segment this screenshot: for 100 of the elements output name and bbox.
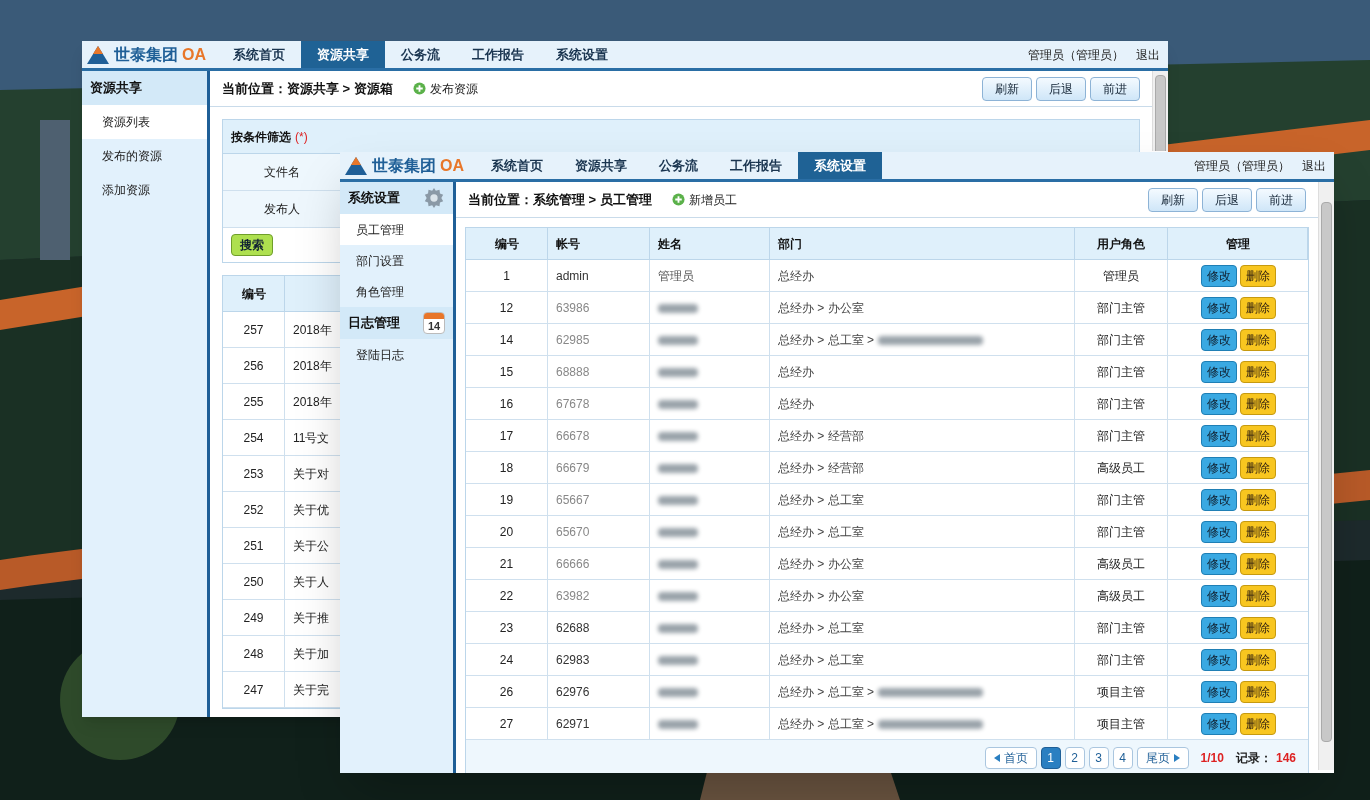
blurred-text-drawing bbox=[658, 655, 698, 665]
nav-tab[interactable]: 工作报告 bbox=[456, 41, 540, 68]
edit-button[interactable]: 修改 bbox=[1200, 584, 1237, 607]
table-cell: 67678 bbox=[548, 388, 650, 419]
toolbar-button[interactable]: 刷新 bbox=[1148, 187, 1198, 212]
delete-button[interactable]: 删除 bbox=[1239, 616, 1276, 639]
edit-button[interactable]: 修改 bbox=[1200, 392, 1237, 415]
delete-button[interactable]: 删除 bbox=[1239, 648, 1276, 671]
edit-button[interactable]: 修改 bbox=[1200, 360, 1237, 383]
edit-button[interactable]: 修改 bbox=[1200, 328, 1237, 351]
edit-button[interactable]: 修改 bbox=[1200, 616, 1237, 639]
delete-button[interactable]: 删除 bbox=[1239, 360, 1276, 383]
search-button[interactable]: 搜索 bbox=[231, 234, 273, 256]
blurred-text-drawing bbox=[658, 399, 698, 409]
edit-button[interactable]: 修改 bbox=[1200, 488, 1237, 511]
nav-tab[interactable]: 系统首页 bbox=[475, 152, 559, 179]
toolbar-button[interactable]: 刷新 bbox=[982, 76, 1032, 101]
delete-button[interactable]: 删除 bbox=[1239, 392, 1276, 415]
edit-button[interactable]: 修改 bbox=[1200, 712, 1237, 735]
table-cell-text: 总经办 > 总工室 > bbox=[778, 683, 875, 701]
edit-button[interactable]: 修改 bbox=[1200, 264, 1237, 287]
delete-button[interactable]: 删除 bbox=[1239, 328, 1276, 351]
required-mark: (*) bbox=[295, 128, 308, 146]
table-cell: 248 bbox=[223, 636, 285, 671]
table-cell: 23 bbox=[466, 612, 548, 643]
delete-button[interactable]: 删除 bbox=[1239, 680, 1276, 703]
table-cell: 255 bbox=[223, 384, 285, 419]
logout-link[interactable]: 退出 bbox=[1136, 45, 1160, 64]
table-cell: 14 bbox=[466, 324, 548, 355]
table-cell-text: 总经办 > 总工室 > bbox=[778, 331, 875, 349]
toolbar-button[interactable]: 前进 bbox=[1256, 187, 1306, 212]
blurred-text-drawing bbox=[658, 559, 698, 569]
scrollbar[interactable] bbox=[1318, 182, 1334, 770]
edit-button[interactable]: 修改 bbox=[1200, 456, 1237, 479]
sidebar-item[interactable]: 登陆日志 bbox=[340, 339, 453, 370]
add-link[interactable]: 新增员工 bbox=[671, 190, 737, 209]
edit-button[interactable]: 修改 bbox=[1200, 424, 1237, 447]
page-button[interactable]: 4 bbox=[1112, 747, 1133, 769]
nav-tab[interactable]: 系统首页 bbox=[217, 41, 301, 68]
edit-button[interactable]: 修改 bbox=[1200, 520, 1237, 543]
mountain-logo-icon bbox=[344, 155, 368, 176]
table-cell: 18 bbox=[466, 452, 548, 483]
table-cell-text: 2018年 bbox=[292, 393, 332, 411]
page-button[interactable]: 1 bbox=[1040, 747, 1061, 769]
blurred-text-drawing bbox=[658, 463, 698, 473]
delete-button[interactable]: 删除 bbox=[1239, 584, 1276, 607]
page-button[interactable]: 3 bbox=[1088, 747, 1109, 769]
table-cell: 项目主管 bbox=[1075, 708, 1168, 739]
first-page-button[interactable]: 首页 bbox=[984, 747, 1037, 769]
table-cell: 63986 bbox=[548, 292, 650, 323]
delete-button[interactable]: 删除 bbox=[1239, 296, 1276, 319]
table-cell-text: 总经办 > 经营部 bbox=[778, 427, 864, 445]
sidebar-item[interactable]: 部门设置 bbox=[340, 245, 453, 276]
breadcrumb: 当前位置：资源共享 > 资源箱 bbox=[222, 79, 393, 98]
toolbar-button[interactable]: 后退 bbox=[1202, 187, 1252, 212]
sidebar-item[interactable]: 资源列表 bbox=[82, 105, 207, 139]
add-link[interactable]: 发布资源 bbox=[412, 79, 478, 98]
sidebar-item[interactable]: 角色管理 bbox=[340, 276, 453, 307]
logo-text: 世泰集团 bbox=[114, 44, 178, 65]
table-cell-text: 总经办 > 办公室 bbox=[778, 587, 864, 605]
table-cell: 62976 bbox=[548, 676, 650, 707]
toolbar-button[interactable]: 后退 bbox=[1036, 76, 1086, 101]
last-page-button[interactable]: 尾页 bbox=[1136, 747, 1189, 769]
table-cell: 22 bbox=[466, 580, 548, 611]
scrollbar[interactable] bbox=[1152, 71, 1168, 151]
nav-tab[interactable]: 系统设置 bbox=[798, 152, 882, 179]
delete-button[interactable]: 删除 bbox=[1239, 520, 1276, 543]
sidebar-item[interactable]: 员工管理 bbox=[340, 214, 453, 245]
delete-button[interactable]: 删除 bbox=[1239, 712, 1276, 735]
nav-tab[interactable]: 工作报告 bbox=[714, 152, 798, 179]
delete-button[interactable]: 删除 bbox=[1239, 552, 1276, 575]
logout-link[interactable]: 退出 bbox=[1302, 156, 1326, 175]
records-count: 146 bbox=[1275, 750, 1296, 767]
table-cell: 66666 bbox=[548, 548, 650, 579]
delete-button[interactable]: 删除 bbox=[1239, 456, 1276, 479]
page-info: 1/10 bbox=[1200, 750, 1224, 767]
sidebar-item[interactable]: 发布的资源 bbox=[82, 139, 207, 173]
blurred-text-drawing bbox=[658, 719, 698, 729]
nav-tab[interactable]: 公务流 bbox=[643, 152, 714, 179]
edit-button[interactable]: 修改 bbox=[1200, 552, 1237, 575]
table-cell: 257 bbox=[223, 312, 285, 347]
delete-button[interactable]: 删除 bbox=[1239, 424, 1276, 447]
nav-tab[interactable]: 资源共享 bbox=[301, 41, 385, 68]
table-cell-text: 总经办 > 总工室 > bbox=[778, 715, 875, 733]
sidebar-item[interactable]: 添加资源 bbox=[82, 173, 207, 207]
table-cell-text: 总经办 > 总工室 bbox=[778, 619, 864, 637]
page-button[interactable]: 2 bbox=[1064, 747, 1085, 769]
nav-tab[interactable]: 系统设置 bbox=[540, 41, 624, 68]
nav-tab[interactable]: 资源共享 bbox=[559, 152, 643, 179]
toolbar-button[interactable]: 前进 bbox=[1090, 76, 1140, 101]
edit-button[interactable]: 修改 bbox=[1200, 296, 1237, 319]
edit-button[interactable]: 修改 bbox=[1200, 680, 1237, 703]
delete-button[interactable]: 删除 bbox=[1239, 264, 1276, 287]
delete-button[interactable]: 删除 bbox=[1239, 488, 1276, 511]
nav-tab[interactable]: 公务流 bbox=[385, 41, 456, 68]
edit-button[interactable]: 修改 bbox=[1200, 648, 1237, 671]
table-cell-text: 总经办 > 办公室 bbox=[778, 299, 864, 317]
table-cell-text: 2018年 bbox=[292, 357, 332, 375]
table-cell: admin bbox=[548, 260, 650, 291]
table-cell: 部门主管 bbox=[1075, 644, 1168, 675]
